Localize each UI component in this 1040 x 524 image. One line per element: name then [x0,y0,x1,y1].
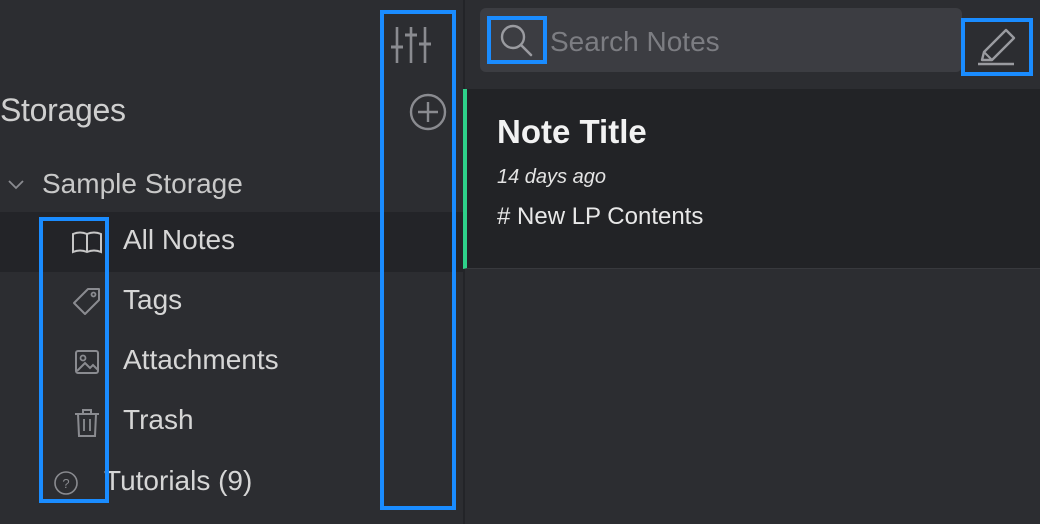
storage-row[interactable]: Sample Storage [0,164,380,204]
svg-text:?: ? [62,476,69,491]
sidebar-item-label: All Notes [123,224,236,255]
note-date: 14 days ago [497,166,606,188]
note-preview: # New LP Contents [497,203,704,230]
search-icon[interactable] [494,20,538,60]
help-circle-icon[interactable]: ? [53,470,79,496]
storages-heading: Storages [0,92,126,128]
sidebar-item-all-notes[interactable]: All Notes [0,212,463,272]
note-title: Note Title [497,113,647,150]
note-list-item[interactable]: Note Title 14 days ago # New LP Contents [463,89,1040,269]
sidebar-item-attachments[interactable]: Attachments [0,332,463,392]
sidebar-item-trash[interactable]: Trash [0,392,463,452]
tag-icon [73,288,100,315]
trash-icon [75,409,99,437]
storage-label: Sample Storage [42,168,243,199]
sidebar-item-label: Tags [123,284,183,315]
add-circle-icon[interactable] [408,92,448,132]
chevron-down-icon[interactable] [6,174,26,194]
sidebar-item-tutorials[interactable]: Tutorials (9) [104,465,252,497]
sidebar: Storages Sample Storage All Notes Tags A… [0,0,463,524]
image-icon [75,350,99,374]
sidebar-item-tags[interactable]: Tags [0,272,463,332]
sliders-icon[interactable] [390,24,432,66]
pencil-icon[interactable] [970,26,1022,70]
sidebar-item-label: Trash [123,404,194,435]
book-icon [72,231,102,254]
sidebar-item-label: Attachments [123,344,279,375]
search-input[interactable] [550,22,940,62]
